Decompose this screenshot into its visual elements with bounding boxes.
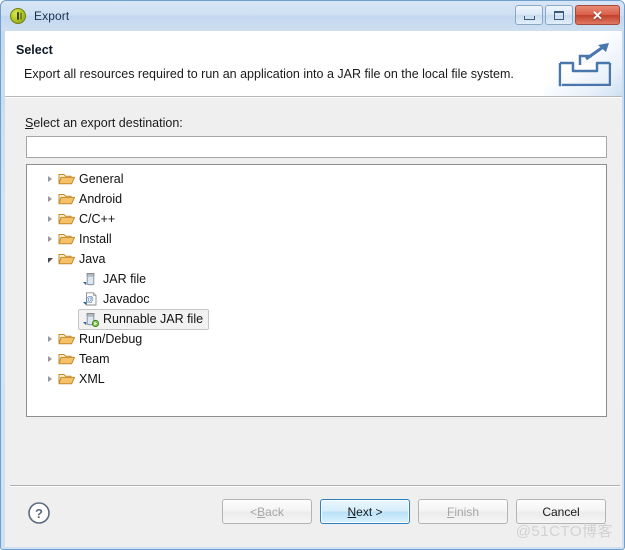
jar-file-icon	[82, 271, 100, 287]
button-accelerator: B	[257, 504, 266, 519]
collapsed-arrow-icon[interactable]	[42, 356, 58, 362]
javadoc-icon: @	[82, 291, 100, 307]
maximize-button[interactable]	[545, 5, 573, 25]
folder-icon	[58, 251, 76, 267]
wizard-header: Select Export all resources required to …	[5, 31, 622, 97]
collapsed-arrow-icon[interactable]	[42, 176, 58, 182]
finish-button: Finish	[418, 499, 508, 524]
collapsed-arrow-icon[interactable]	[42, 236, 58, 242]
minimize-icon	[523, 15, 535, 20]
collapsed-arrow-icon[interactable]	[42, 216, 58, 222]
tree-item-runnable-jar-file[interactable]: Runnable JAR file	[27, 309, 606, 330]
export-destination-tree[interactable]: General Android C/C++ Install Java JAR file @ J…	[26, 164, 607, 417]
tree-item-label: Install	[79, 232, 112, 246]
close-button[interactable]: ✕	[575, 5, 620, 25]
tree-item-label: Run/Debug	[79, 332, 143, 346]
collapsed-arrow-icon[interactable]	[42, 196, 58, 202]
tree-item-label: General	[79, 172, 124, 186]
export-dialog-window: Export ✕ Select Export all resources req…	[0, 0, 625, 550]
next-button[interactable]: Next >	[320, 499, 410, 524]
runnable-jar-icon	[82, 311, 100, 328]
back-button: < Back	[222, 499, 312, 524]
expanded-arrow-icon[interactable]	[42, 256, 58, 263]
tree-item-javadoc[interactable]: @ Javadoc	[27, 289, 606, 309]
tree-item-general[interactable]: General	[27, 169, 606, 189]
footer-separator-highlight	[10, 486, 620, 487]
tree-item-install[interactable]: Install	[27, 229, 606, 249]
tree-item-xml[interactable]: XML	[27, 369, 606, 389]
button-label: ext >	[356, 504, 383, 519]
tree-item-java[interactable]: Java	[27, 249, 606, 269]
eclipse-icon	[10, 8, 26, 24]
collapsed-arrow-icon[interactable]	[42, 376, 58, 382]
folder-icon	[58, 191, 76, 207]
button-accelerator: N	[347, 504, 357, 519]
button-label: Cancel	[542, 504, 580, 519]
dialog-body: Select an export destination: General And…	[5, 97, 622, 547]
window-controls: ✕	[515, 5, 620, 25]
folder-icon	[58, 211, 76, 227]
tree-item-label: C/C++	[79, 212, 116, 226]
svg-text:?: ?	[35, 506, 43, 521]
close-icon: ✕	[592, 7, 603, 23]
folder-icon	[58, 171, 76, 187]
button-label: inish	[454, 504, 480, 519]
folder-icon	[58, 351, 76, 367]
folder-icon	[58, 231, 76, 247]
folder-icon	[58, 371, 76, 387]
tree-item-c-c[interactable]: C/C++	[27, 209, 606, 229]
button-accelerator: F	[446, 504, 455, 519]
title-bar: Export ✕	[1, 1, 624, 31]
svg-text:@: @	[86, 295, 94, 304]
folder-icon	[58, 331, 76, 347]
tree-item-label: Android	[79, 192, 123, 206]
maximize-icon	[554, 10, 564, 20]
tree-item-team[interactable]: Team	[27, 349, 606, 369]
collapsed-arrow-icon[interactable]	[42, 336, 58, 342]
cancel-button[interactable]: Cancel	[516, 499, 606, 524]
page-title: Select	[16, 43, 53, 57]
window-title: Export	[34, 9, 70, 23]
button-prefix: <	[250, 504, 258, 519]
tree-item-jar-file[interactable]: JAR file	[27, 269, 606, 289]
tree-item-run-debug[interactable]: Run/Debug	[27, 329, 606, 349]
dialog-button-bar: < Back Next > Finish Cancel	[222, 499, 606, 524]
filter-input[interactable]	[26, 136, 607, 158]
tree-item-label: Javadoc	[103, 292, 150, 306]
help-question-icon[interactable]: ?	[27, 501, 51, 525]
minimize-button[interactable]	[515, 5, 543, 25]
button-label: ack	[265, 504, 284, 519]
destination-label: Select an export destination:	[25, 116, 183, 130]
destination-label-rest: elect an export destination:	[33, 116, 183, 130]
tree-item-android[interactable]: Android	[27, 189, 606, 209]
tree-item-label: XML	[79, 372, 105, 386]
page-description: Export all resources required to run an …	[24, 67, 514, 81]
tree-item-label: Team	[79, 352, 110, 366]
export-wizard-icon	[558, 43, 613, 88]
tree-item-label: Java	[79, 252, 106, 266]
tree-item-label: JAR file	[103, 272, 147, 286]
tree-item-label: Runnable JAR file	[103, 312, 204, 326]
